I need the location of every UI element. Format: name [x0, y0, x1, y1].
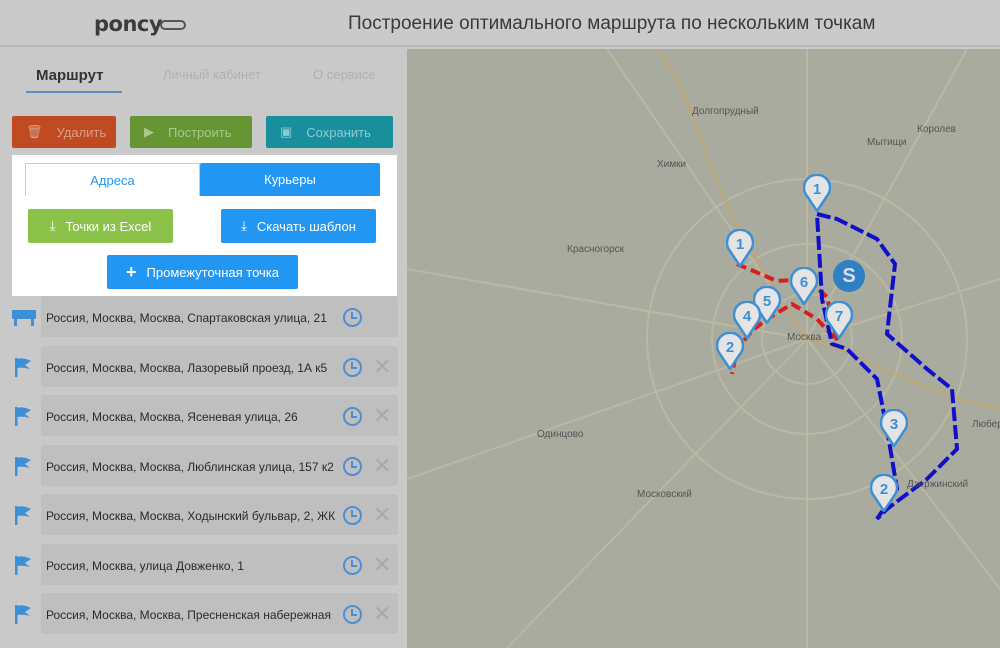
- clock-icon[interactable]: [343, 308, 362, 327]
- svg-text:2: 2: [880, 481, 888, 498]
- route-point-row: Россия, Москва, Москва, Ходынский бульва…: [0, 494, 405, 535]
- remove-point-icon[interactable]: ✕: [373, 601, 391, 627]
- download-icon: ⤓: [241, 218, 247, 233]
- page-title: Построение оптимального маршрута по неск…: [348, 13, 876, 34]
- build-button[interactable]: ▶ Построить: [130, 116, 252, 148]
- remove-point-icon[interactable]: ✕: [373, 552, 391, 578]
- route-point-row: Россия, Москва, Москва, Ясеневая улица, …: [0, 395, 405, 436]
- save-icon: ▣: [280, 124, 293, 139]
- map-marker-pin[interactable]: 2: [715, 331, 745, 372]
- address-text: Россия, Москва, Москва, Люблинская улица…: [46, 459, 334, 474]
- svg-text:3: 3: [890, 416, 898, 433]
- clock-icon[interactable]: [343, 605, 362, 624]
- flag-icon: [15, 605, 31, 624]
- remove-point-icon[interactable]: ✕: [373, 453, 391, 479]
- svg-text:1: 1: [813, 181, 821, 198]
- map-place-label: Одинцово: [537, 429, 584, 440]
- address-text: Россия, Москва, улица Довженко, 1: [46, 558, 244, 573]
- add-waypoint-button[interactable]: + Промежуточная точка: [107, 255, 298, 289]
- flag-icon: [15, 407, 31, 426]
- route-point-row: Россия, Москва, Москва, Спартаковская ул…: [0, 296, 405, 337]
- svg-text:7: 7: [835, 308, 843, 325]
- remove-point-icon[interactable]: ✕: [373, 502, 391, 528]
- address-text: Россия, Москва, Москва, Спартаковская ул…: [46, 311, 327, 325]
- tab-couriers[interactable]: Курьеры: [200, 163, 380, 196]
- route-point-row: Россия, Москва, Москва, Пресненская набе…: [0, 593, 405, 634]
- start-marker-pin[interactable]: S: [833, 260, 865, 292]
- clock-icon[interactable]: [343, 357, 362, 377]
- active-tab-indicator: [26, 91, 122, 93]
- map-marker-pin[interactable]: 2: [869, 473, 899, 514]
- flag-icon: [15, 555, 31, 575]
- map-place-label: Москва: [787, 332, 822, 343]
- address-text: Россия, Москва, Москва, Ходынский бульва…: [46, 509, 336, 523]
- delete-label: Удалить: [56, 124, 107, 140]
- download-icon: ⤓: [49, 218, 56, 233]
- header: poncy Построение оптимального маршрута п…: [0, 0, 1000, 47]
- points-panel: Адреса Курьеры ⤓ Точки из Excel ⤓ Скачать …: [12, 155, 397, 296]
- tab-route[interactable]: Маршрут: [36, 67, 104, 84]
- tab-addresses[interactable]: Адреса: [25, 163, 200, 196]
- svg-text:5: 5: [763, 293, 771, 310]
- map-place-label: Дзержинский: [907, 479, 969, 490]
- map-place-label: Химки: [657, 159, 687, 170]
- trash-icon: 🗑: [26, 124, 43, 139]
- sidebar: Маршрут Личный кабинет О сервисе 🗑 Удалит…: [0, 49, 405, 648]
- address-text: Россия, Москва, Москва, Пресненская набе…: [46, 608, 331, 622]
- svg-text:2: 2: [726, 339, 734, 356]
- address-text: Россия, Москва, Москва, Лазоревый проезд…: [46, 360, 328, 375]
- map-marker-pin[interactable]: 1: [725, 228, 755, 269]
- route-point-row: Россия, Москва, Москва, Лазоревый проезд…: [0, 345, 405, 387]
- svg-text:1: 1: [736, 236, 744, 253]
- map-place-label: Московский: [637, 489, 692, 500]
- template-label: Скачать шаблон: [256, 218, 356, 234]
- map-marker-pin[interactable]: 3: [879, 408, 909, 449]
- map-place-label: Мытищи: [867, 137, 907, 148]
- flag-icon: [15, 456, 31, 476]
- logo[interactable]: poncy: [94, 12, 187, 36]
- map-marker-pin[interactable]: 1: [802, 173, 832, 214]
- tab-about[interactable]: О сервисе: [313, 67, 376, 82]
- save-button[interactable]: ▣ Сохранить: [266, 116, 393, 148]
- clock-icon[interactable]: [343, 407, 362, 426]
- save-label: Сохранить: [306, 124, 371, 140]
- start-icon: [12, 310, 36, 326]
- logo-text: poncy: [94, 12, 163, 36]
- excel-label: Точки из Excel: [65, 218, 152, 234]
- waypoint-label: Промежуточная точка: [146, 264, 279, 280]
- remove-point-icon[interactable]: ✕: [373, 354, 391, 380]
- map-place-label: Люберцы: [972, 419, 1000, 430]
- clock-icon[interactable]: [343, 506, 362, 525]
- plus-icon: +: [126, 261, 137, 282]
- flag-icon: [15, 357, 31, 377]
- clock-icon[interactable]: [343, 456, 362, 476]
- svg-text:4: 4: [743, 308, 752, 325]
- flag-icon: [15, 506, 31, 525]
- map-place-label: Красногорск: [567, 244, 624, 255]
- download-template-button[interactable]: ⤓ Скачать шаблон: [221, 209, 376, 243]
- map[interactable]: Долгопрудный Химки Мытищи Королев Красногорс…: [407, 49, 1000, 648]
- play-icon: ▶: [144, 124, 154, 139]
- map-marker-pin[interactable]: 6: [789, 266, 819, 307]
- build-label: Построить: [168, 124, 232, 140]
- excel-import-button[interactable]: ⤓ Точки из Excel: [28, 209, 173, 243]
- map-place-label: Долгопрудный: [692, 106, 759, 117]
- remove-point-icon[interactable]: ✕: [373, 403, 391, 429]
- tab-account[interactable]: Личный кабинет: [163, 67, 261, 82]
- route-point-row: Россия, Москва, улица Довженко, 1 ✕: [0, 543, 405, 585]
- map-canvas: [407, 49, 1000, 648]
- route-point-row: Россия, Москва, Москва, Люблинская улица…: [0, 444, 405, 486]
- address-text: Россия, Москва, Москва, Ясеневая улица, …: [46, 410, 298, 424]
- svg-text:6: 6: [800, 274, 808, 291]
- map-place-label: Королев: [917, 124, 956, 135]
- clock-icon[interactable]: [343, 555, 362, 575]
- delete-button[interactable]: 🗑 Удалить: [12, 116, 116, 148]
- map-marker-pin[interactable]: 7: [824, 300, 854, 341]
